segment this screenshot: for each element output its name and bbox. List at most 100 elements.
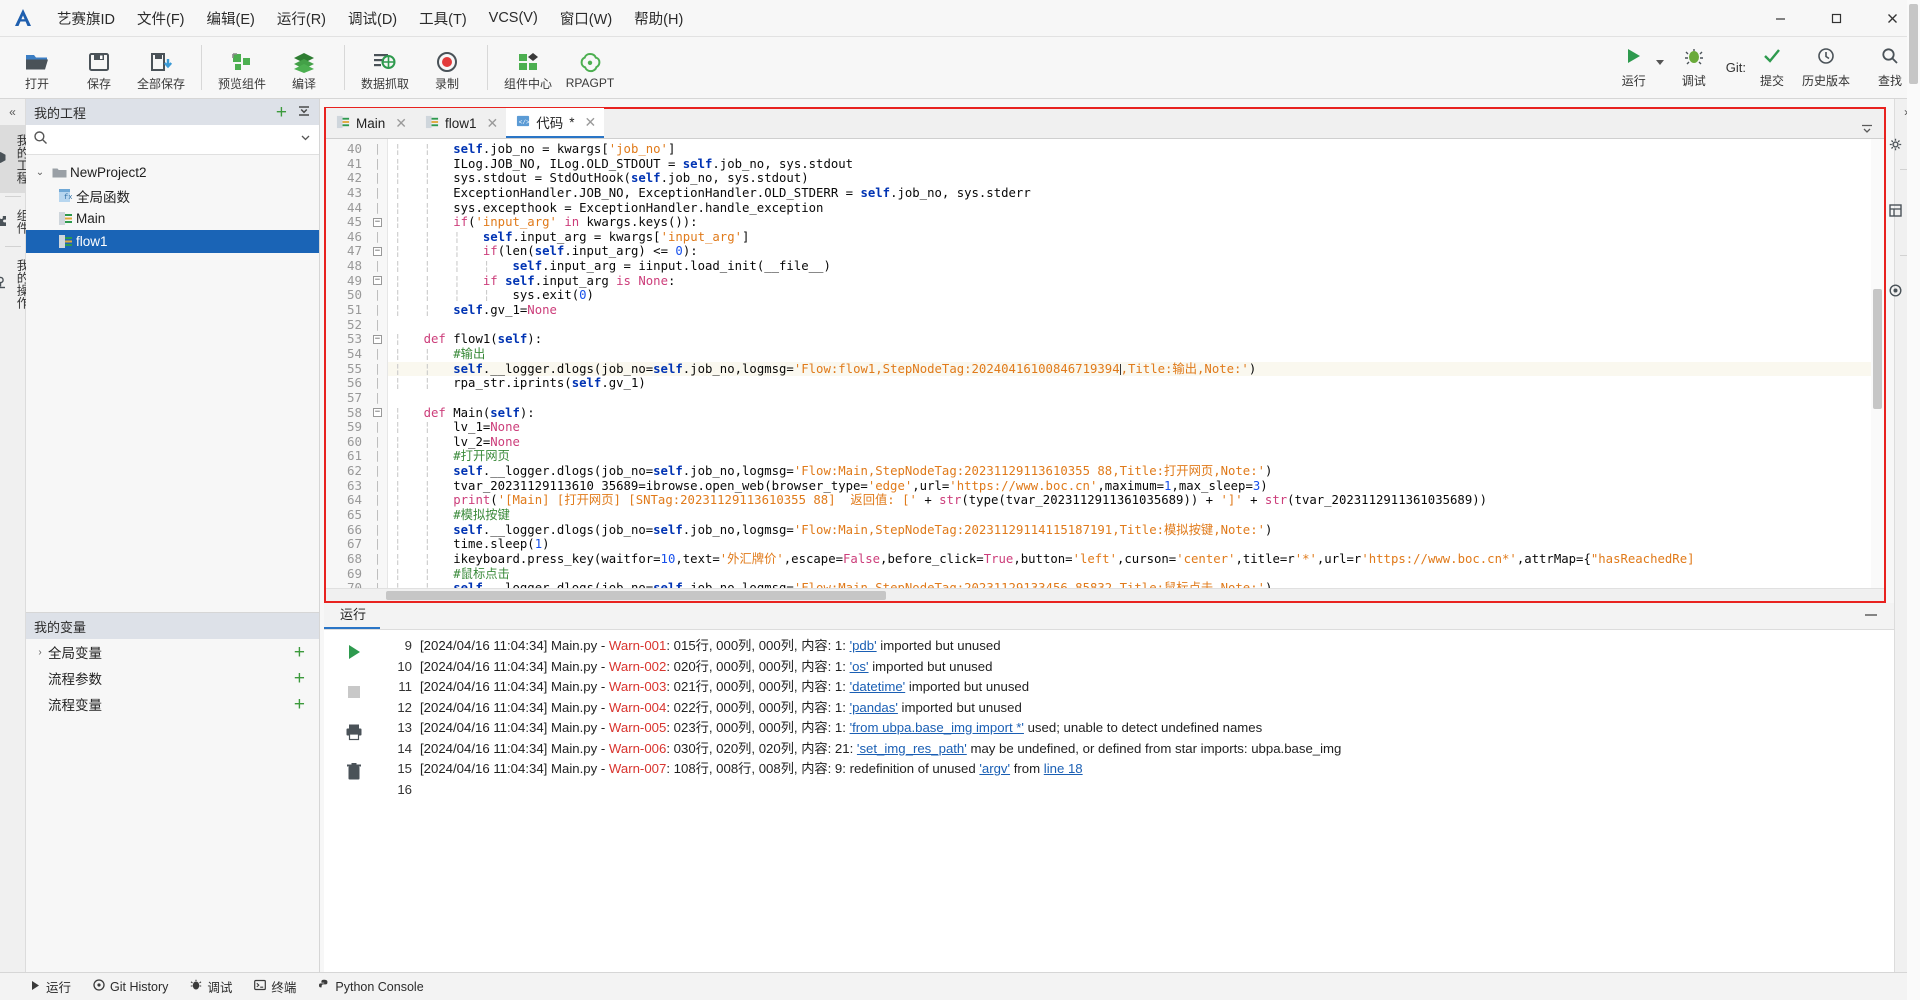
log-row[interactable]: 16 bbox=[384, 780, 1894, 801]
code-line[interactable]: ¦ ¦ tvar_20231129113610 35689=ibrowse.op… bbox=[388, 479, 1884, 494]
run-icon[interactable] bbox=[342, 640, 366, 664]
toolbar-debug-button[interactable]: 调试 bbox=[1674, 41, 1714, 95]
toolbar-data-capture-button[interactable]: 数据抓取 bbox=[354, 37, 416, 98]
code-line[interactable]: ¦ ¦ ¦ if self.input_arg is None: bbox=[388, 274, 1884, 289]
variables-row-flow-vars[interactable]: 流程变量 + bbox=[26, 691, 319, 717]
code-line[interactable]: ¦ ¦ self.__logger.dlogs(job_no=self.job_… bbox=[388, 581, 1884, 588]
code-line[interactable]: ¦ ¦ print('[Main] [打开网页] [SNTag:20231129… bbox=[388, 493, 1884, 508]
add-global-variable-button[interactable]: + bbox=[294, 643, 305, 662]
code-line[interactable]: ¦ ¦ lv_1=None bbox=[388, 420, 1884, 435]
code-line[interactable]: ¦ ¦ if('input_arg' in kwargs.keys()): bbox=[388, 215, 1884, 230]
add-project-button[interactable]: + bbox=[276, 103, 287, 122]
code-line[interactable]: ¦ ¦ self.__logger.dlogs(job_no=self.job_… bbox=[388, 464, 1884, 479]
add-flow-variable-button[interactable]: + bbox=[294, 695, 305, 714]
run-panel-tab[interactable]: 运行 bbox=[324, 600, 381, 629]
editor-vertical-scroll-thumb[interactable] bbox=[1873, 289, 1882, 409]
code-line[interactable]: ¦ def Main(self): bbox=[388, 406, 1884, 421]
code-line[interactable]: ¦ ¦ self.gv_1=None bbox=[388, 303, 1884, 318]
code-line[interactable]: ¦ ¦ lv_2=None bbox=[388, 435, 1884, 450]
variables-row-global[interactable]: › 全局变量 + bbox=[26, 639, 319, 665]
chevron-right-icon[interactable]: › bbox=[32, 647, 48, 658]
code-line[interactable]: ¦ ¦ sys.excepthook = ExceptionHandler.ha… bbox=[388, 201, 1884, 216]
code-line[interactable]: ¦ ¦ #模拟按键 bbox=[388, 508, 1884, 523]
toolbar-open-button[interactable]: 打开 bbox=[6, 37, 68, 98]
code-line[interactable]: ¦ ¦ rpa_str.iprints(self.gv_1) bbox=[388, 376, 1884, 391]
close-icon[interactable]: ✕ bbox=[585, 114, 597, 131]
fold-toggle-icon[interactable]: − bbox=[368, 332, 387, 347]
menu-item-6[interactable]: VCS(V) bbox=[478, 6, 549, 30]
maximize-button[interactable] bbox=[1808, 0, 1864, 37]
code-content[interactable]: ¦ ¦ self.job_no = kwargs['job_no'] ¦ ¦ IL… bbox=[388, 139, 1884, 588]
code-line[interactable]: ¦ ¦ time.sleep(1) bbox=[388, 537, 1884, 552]
code-line[interactable]: ¦ ¦ ¦ ¦ sys.exit(0) bbox=[388, 288, 1884, 303]
menu-item-2[interactable]: 编辑(E) bbox=[196, 4, 266, 33]
menu-item-7[interactable]: 窗口(W) bbox=[549, 4, 623, 33]
left-rail-collapse-button[interactable]: « bbox=[0, 99, 26, 125]
run-config-chevron-down-icon[interactable] bbox=[1655, 60, 1664, 65]
fold-marker-column[interactable]: |||||−|−|−|||−||||−||||||||||||| bbox=[368, 139, 388, 588]
code-line[interactable]: ¦ ¦ #打开网页 bbox=[388, 449, 1884, 464]
toolbar-history-button[interactable]: 历史版本 bbox=[1794, 41, 1858, 95]
code-line[interactable]: ¦ ¦ self.__logger.dlogs(job_no=self.job_… bbox=[388, 361, 1884, 377]
variables-row-flow-params[interactable]: 流程参数 + bbox=[26, 665, 319, 691]
run-panel-minimize-button[interactable] bbox=[1864, 607, 1894, 629]
status-debug-button[interactable]: 调试 bbox=[190, 977, 232, 996]
status-run-button[interactable]: 运行 bbox=[30, 977, 71, 996]
log-row[interactable]: 13 [2024/04/16 11:04:34] Main.py - Warn-0… bbox=[384, 718, 1894, 739]
code-line[interactable]: ¦ ¦ ¦ ¦ self.input_arg = iinput.load_ini… bbox=[388, 259, 1884, 274]
code-line[interactable]: ¦ def flow1(self): bbox=[388, 332, 1884, 347]
code-line[interactable]: ¦ ¦ ¦ if(len(self.input_arg) <= 0): bbox=[388, 244, 1884, 259]
code-line[interactable]: ¦ ¦ self.__logger.dlogs(job_no=self.job_… bbox=[388, 523, 1884, 538]
stop-icon[interactable] bbox=[342, 680, 366, 704]
menu-item-1[interactable]: 文件(F) bbox=[126, 4, 196, 33]
code-line[interactable]: ¦ ¦ #鼠标点击 bbox=[388, 567, 1884, 582]
tree-node-main[interactable]: Main bbox=[26, 207, 319, 230]
code-line[interactable]: ¦ ¦ #输出 bbox=[388, 347, 1884, 362]
code-line[interactable] bbox=[388, 391, 1884, 406]
toolbar-save-all-button[interactable]: 全部保存 bbox=[130, 37, 192, 98]
trash-icon[interactable] bbox=[342, 760, 366, 784]
project-search-bar[interactable] bbox=[26, 125, 319, 155]
code-line[interactable]: ¦ ¦ ExceptionHandler.JOB_NO, ExceptionHa… bbox=[388, 186, 1884, 201]
code-line[interactable]: ¦ ¦ ikeyboard.press_key(waitfor=10,text=… bbox=[388, 552, 1884, 567]
log-row[interactable]: 10 [2024/04/16 11:04:34] Main.py - Warn-0… bbox=[384, 657, 1894, 678]
log-row[interactable]: 14 [2024/04/16 11:04:34] Main.py - Warn-0… bbox=[384, 739, 1894, 760]
status-terminal-button[interactable]: 终端 bbox=[254, 977, 296, 996]
code-line[interactable]: ¦ ¦ ILog.JOB_NO, ILog.OLD_STDOUT = self.… bbox=[388, 157, 1884, 172]
fold-toggle-icon[interactable]: − bbox=[368, 406, 387, 421]
editor-tab-flow1[interactable]: flow1 ✕ bbox=[415, 108, 507, 138]
menu-item-0[interactable]: 艺赛旗ID bbox=[46, 4, 126, 33]
chevron-down-icon[interactable]: ⌄ bbox=[32, 167, 48, 178]
tree-node-flow1[interactable]: flow1 bbox=[26, 230, 319, 253]
log-vertical-scrollbar[interactable] bbox=[1907, 0, 1920, 1000]
menu-item-5[interactable]: 工具(T) bbox=[408, 4, 478, 33]
toolbar-commit-button[interactable]: 提交 bbox=[1752, 41, 1792, 95]
code-line[interactable]: ¦ ¦ ¦ self.input_arg = kwargs['input_arg… bbox=[388, 230, 1884, 245]
tree-node-global-functions[interactable]: fx 全局函数 bbox=[26, 184, 319, 207]
toolbar-record-button[interactable]: 录制 bbox=[416, 37, 478, 98]
toolbar-rpagpt-button[interactable]: RPAGPT bbox=[559, 37, 621, 98]
editor-tab-main[interactable]: Main ✕ bbox=[326, 108, 415, 138]
code-line[interactable]: ¦ ¦ self.job_no = kwargs['job_no'] bbox=[388, 142, 1884, 157]
toolbar-compile-button[interactable]: 编译 bbox=[273, 37, 335, 98]
search-chevron-down-icon[interactable] bbox=[299, 131, 312, 149]
minimize-button[interactable] bbox=[1752, 0, 1808, 37]
close-icon[interactable]: ✕ bbox=[487, 115, 499, 132]
editor-tab-code[interactable]: </> 代码 * ✕ bbox=[506, 108, 605, 138]
toolbar-search-button[interactable]: 查找 bbox=[1870, 41, 1910, 95]
log-row[interactable]: 9 [2024/04/16 11:04:34] Main.py - Warn-00… bbox=[384, 636, 1894, 657]
menu-item-4[interactable]: 调试(D) bbox=[337, 4, 408, 33]
fold-toggle-icon[interactable]: − bbox=[368, 274, 387, 289]
toolbar-preview-component-button[interactable]: 预览组件 bbox=[211, 37, 273, 98]
toolbar-save-button[interactable]: 保存 bbox=[68, 37, 130, 98]
code-area[interactable]: 40 41 42 43 44 45 46 47 48 49 50 51 52 53 54 55 56 57 58 59… bbox=[326, 139, 1884, 588]
fold-toggle-icon[interactable]: − bbox=[368, 244, 387, 259]
log-vertical-scroll-thumb[interactable] bbox=[1909, 4, 1918, 84]
menu-item-8[interactable]: 帮助(H) bbox=[623, 4, 694, 33]
log-list[interactable]: 9 [2024/04/16 11:04:34] Main.py - Warn-00… bbox=[384, 630, 1894, 972]
editor-vertical-scrollbar[interactable] bbox=[1871, 139, 1884, 588]
status-git-history-button[interactable]: Git History bbox=[93, 979, 168, 994]
close-icon[interactable]: ✕ bbox=[395, 115, 407, 132]
editor-tab-overflow-button[interactable] bbox=[1850, 121, 1884, 138]
code-line[interactable] bbox=[388, 318, 1884, 333]
